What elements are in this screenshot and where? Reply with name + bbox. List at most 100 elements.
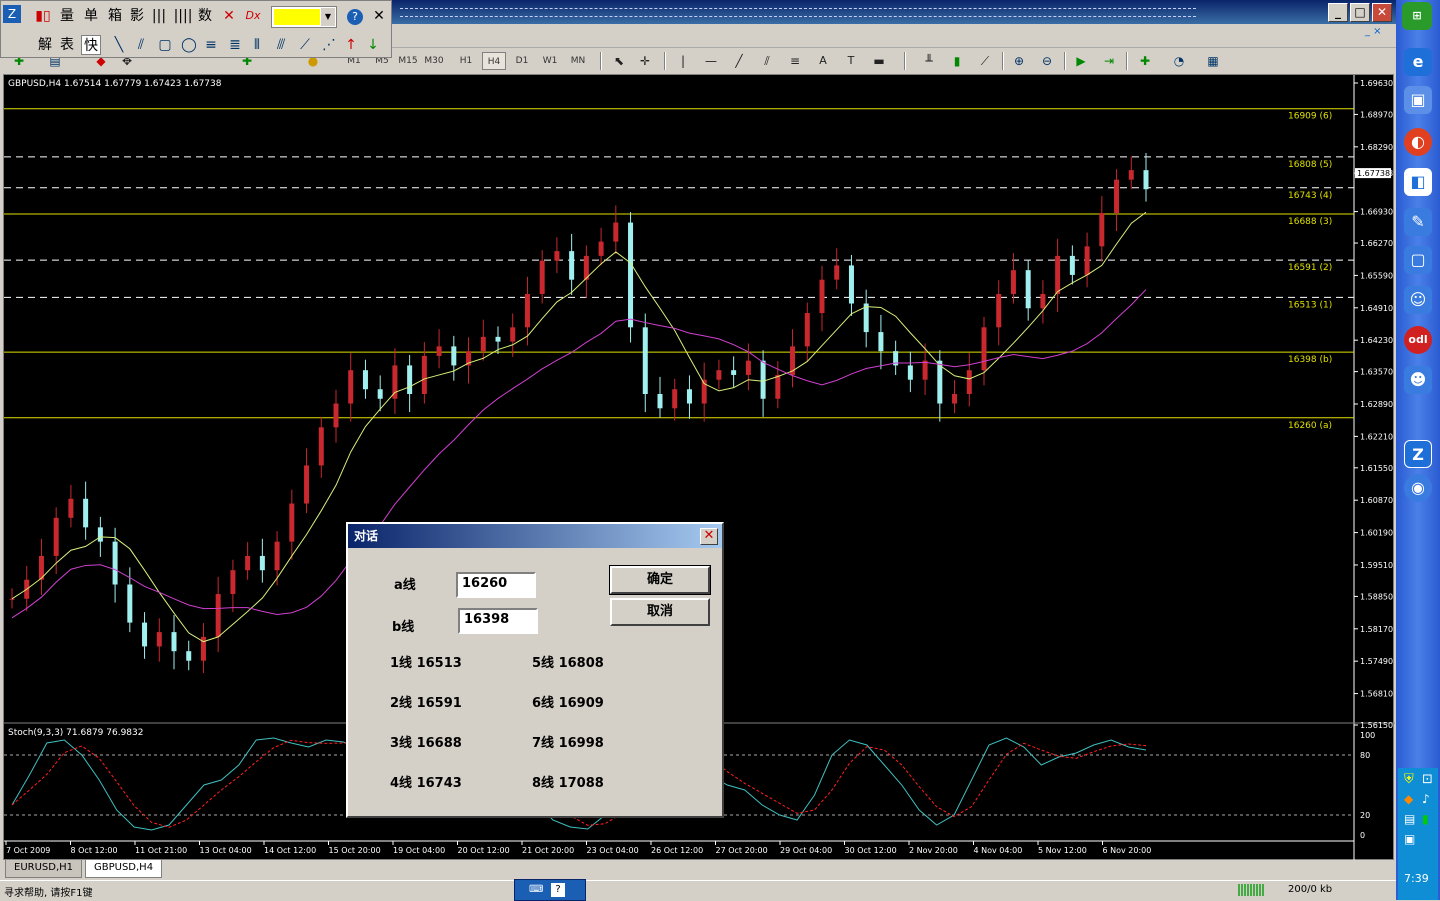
bars-icon[interactable]: ||| [149, 6, 169, 26]
dx-icon[interactable]: Dx [243, 6, 263, 26]
start-button[interactable]: ⊞ [1402, 2, 1432, 30]
help-icon[interactable]: ? [551, 883, 565, 897]
zoom-out-icon[interactable]: ⊖ [1038, 52, 1056, 70]
candle-icon[interactable]: ▮▯ [33, 6, 53, 26]
trendline-icon[interactable]: ╱ [730, 52, 748, 70]
time-label: 20 Oct 12:00 [458, 846, 510, 855]
tool-shu[interactable]: 数 [195, 6, 215, 26]
chrome-icon[interactable]: ◉ [1404, 474, 1432, 502]
tray-icon-5[interactable]: ▤ [1404, 812, 1415, 826]
line-chart-icon[interactable]: ⟋ [976, 52, 994, 70]
tool-kuai[interactable]: 快 [81, 35, 101, 55]
pencil-icon[interactable]: ✎ [1404, 208, 1432, 236]
candle-body [1099, 213, 1105, 247]
odl-icon[interactable]: odl [1404, 326, 1432, 354]
qq-icon[interactable]: ☻ [1404, 366, 1432, 394]
zoom-in-icon[interactable]: ⊕ [1010, 52, 1028, 70]
ok-button[interactable]: 确定 [609, 565, 711, 595]
price-label: 1.68970 [1360, 110, 1393, 119]
candle-body [804, 313, 810, 347]
candle-body [83, 498, 89, 528]
shield-icon[interactable]: ⛨ [1404, 772, 1414, 787]
candle-body [554, 251, 560, 261]
tray-icon-6[interactable]: ▮ [1422, 812, 1429, 826]
tool-dan[interactable]: 单 [81, 6, 101, 26]
candle-body [657, 393, 663, 409]
arrows-icon[interactable]: ▬ [870, 52, 888, 70]
speaker-icon[interactable]: ♪ [1422, 792, 1430, 806]
grid-icon[interactable]: ⫻ [271, 35, 291, 55]
connection-icon [1238, 884, 1264, 896]
text-icon[interactable]: A [814, 52, 832, 70]
chart-shift-icon[interactable]: ⇥ [1100, 52, 1118, 70]
timeframe-m30[interactable]: M30 [422, 52, 446, 70]
keyboard-icon[interactable]: ⌨ [529, 884, 543, 895]
bar-chart-icon[interactable]: ╨ [920, 52, 938, 70]
tool-ying[interactable]: 影 [127, 6, 147, 26]
app-icon-2[interactable]: ◧ [1404, 168, 1432, 196]
maximize-button[interactable]: □ [1350, 3, 1370, 22]
minimize-button[interactable]: _ [1328, 3, 1348, 22]
tool-jie[interactable]: 解 [35, 35, 55, 55]
channel-icon[interactable]: ⫽ [131, 35, 151, 55]
equidistant-icon[interactable]: ⫽ [758, 52, 776, 70]
bars2-icon[interactable]: |||| [173, 6, 193, 26]
timeframe-h4[interactable]: H4 [482, 52, 506, 70]
price-label: 1.60190 [1360, 529, 1393, 538]
tray-icon-7[interactable]: ▣ [1404, 832, 1415, 846]
ie-icon[interactable]: e [1404, 48, 1432, 76]
candle-body [156, 632, 162, 647]
fan2-icon[interactable]: ⋰ [319, 35, 339, 55]
app-icon-1[interactable]: ◐ [1404, 128, 1432, 156]
close-button[interactable]: ✕ [1372, 3, 1392, 22]
tab-gbpusd-h4[interactable]: GBPUSD,H4 [85, 860, 163, 878]
fan-icon[interactable]: ⟋ [295, 35, 315, 55]
timeframe-w1[interactable]: W1 [538, 52, 562, 70]
cancel-button[interactable]: 取消 [610, 598, 710, 626]
tool-xiang[interactable]: 箱 [105, 6, 125, 26]
gann-icon[interactable]: ⦀ [247, 35, 267, 55]
network-icon[interactable]: ⊡ [1422, 772, 1433, 787]
window-icon[interactable]: ▢ [1404, 246, 1432, 274]
indicators-icon[interactable]: ✚ [1136, 52, 1154, 70]
crosshair-icon[interactable]: ✛ [636, 52, 654, 70]
candle-body [819, 279, 825, 314]
tool-liang[interactable]: 量 [57, 6, 77, 26]
fib2-icon[interactable]: ≣ [225, 35, 245, 55]
rectangle-icon[interactable]: ▢ [155, 35, 175, 55]
close-icon[interactable]: ✕ [700, 528, 718, 545]
ime-bar[interactable]: ⌨ ? [514, 879, 586, 901]
b-line-input[interactable]: 16398 [458, 608, 538, 634]
autoscroll-icon[interactable]: ▶ [1072, 52, 1090, 70]
tool-biao[interactable]: 表 [57, 35, 77, 55]
timeframe-d1[interactable]: D1 [510, 52, 534, 70]
color-select[interactable]: ▼ [271, 6, 337, 28]
cursor-icon[interactable]: ⬉ [610, 52, 628, 70]
arrow-up-icon[interactable]: ↑ [341, 35, 361, 55]
terminal-task-icon[interactable]: Z [1404, 440, 1432, 468]
line-icon[interactable]: ╲ [109, 35, 129, 55]
hline-icon[interactable]: — [702, 52, 720, 70]
arrow-down-icon[interactable]: ↓ [363, 35, 383, 55]
timeframe-mn[interactable]: MN [566, 52, 590, 70]
desktop-icon[interactable]: ▣ [1404, 86, 1432, 114]
tray-icon-3[interactable]: ◆ [1404, 792, 1413, 806]
fib-icon[interactable]: ≡ [201, 35, 221, 55]
users-icon[interactable]: ☺ [1404, 286, 1432, 314]
ellipse-icon[interactable]: ◯ [179, 35, 199, 55]
timeframe-m15[interactable]: M15 [396, 52, 420, 70]
templates-icon[interactable]: ▦ [1204, 52, 1222, 70]
fibo-icon[interactable]: ≡ [786, 52, 804, 70]
candlestick-icon[interactable]: ▮ [948, 52, 966, 70]
menu-close-icon[interactable]: _ × [1365, 26, 1391, 44]
tab-eurusd-h1[interactable]: EURUSD,H1 [5, 860, 83, 878]
a-line-input[interactable]: 16260 [456, 572, 536, 598]
timeframe-h1[interactable]: H1 [454, 52, 478, 70]
help-icon[interactable]: ? [347, 9, 363, 25]
candle-body [1010, 270, 1016, 294]
cross-icon[interactable]: ✕ [219, 6, 239, 26]
periods-icon[interactable]: ◔ [1170, 52, 1188, 70]
vline-icon[interactable]: | [674, 52, 692, 70]
close-icon[interactable]: ✕ [369, 6, 389, 26]
label-icon[interactable]: T [842, 52, 860, 70]
